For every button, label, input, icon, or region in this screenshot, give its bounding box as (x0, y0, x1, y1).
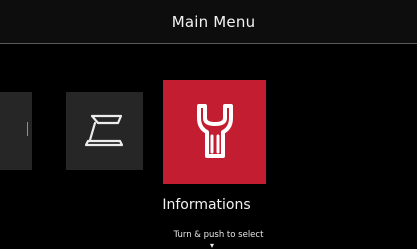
welding-torch-icon (84, 114, 124, 147)
wrench-icon (197, 104, 233, 158)
selected-item-label: Informations (162, 197, 251, 213)
chevron-down-icon: ▾ (210, 241, 215, 249)
menu-tile-previous[interactable] (0, 92, 32, 170)
main-menu-screen: Main Menu Informations Turn & push to se… (0, 0, 417, 249)
page-title: Main Menu (171, 12, 256, 31)
partial-menu-icon (27, 122, 31, 136)
menu-tile-welding[interactable] (66, 92, 143, 170)
title-bar: Main Menu (0, 0, 417, 44)
navigation-hint: Turn & push to select (173, 230, 264, 240)
menu-tile-informations[interactable] (163, 80, 266, 184)
